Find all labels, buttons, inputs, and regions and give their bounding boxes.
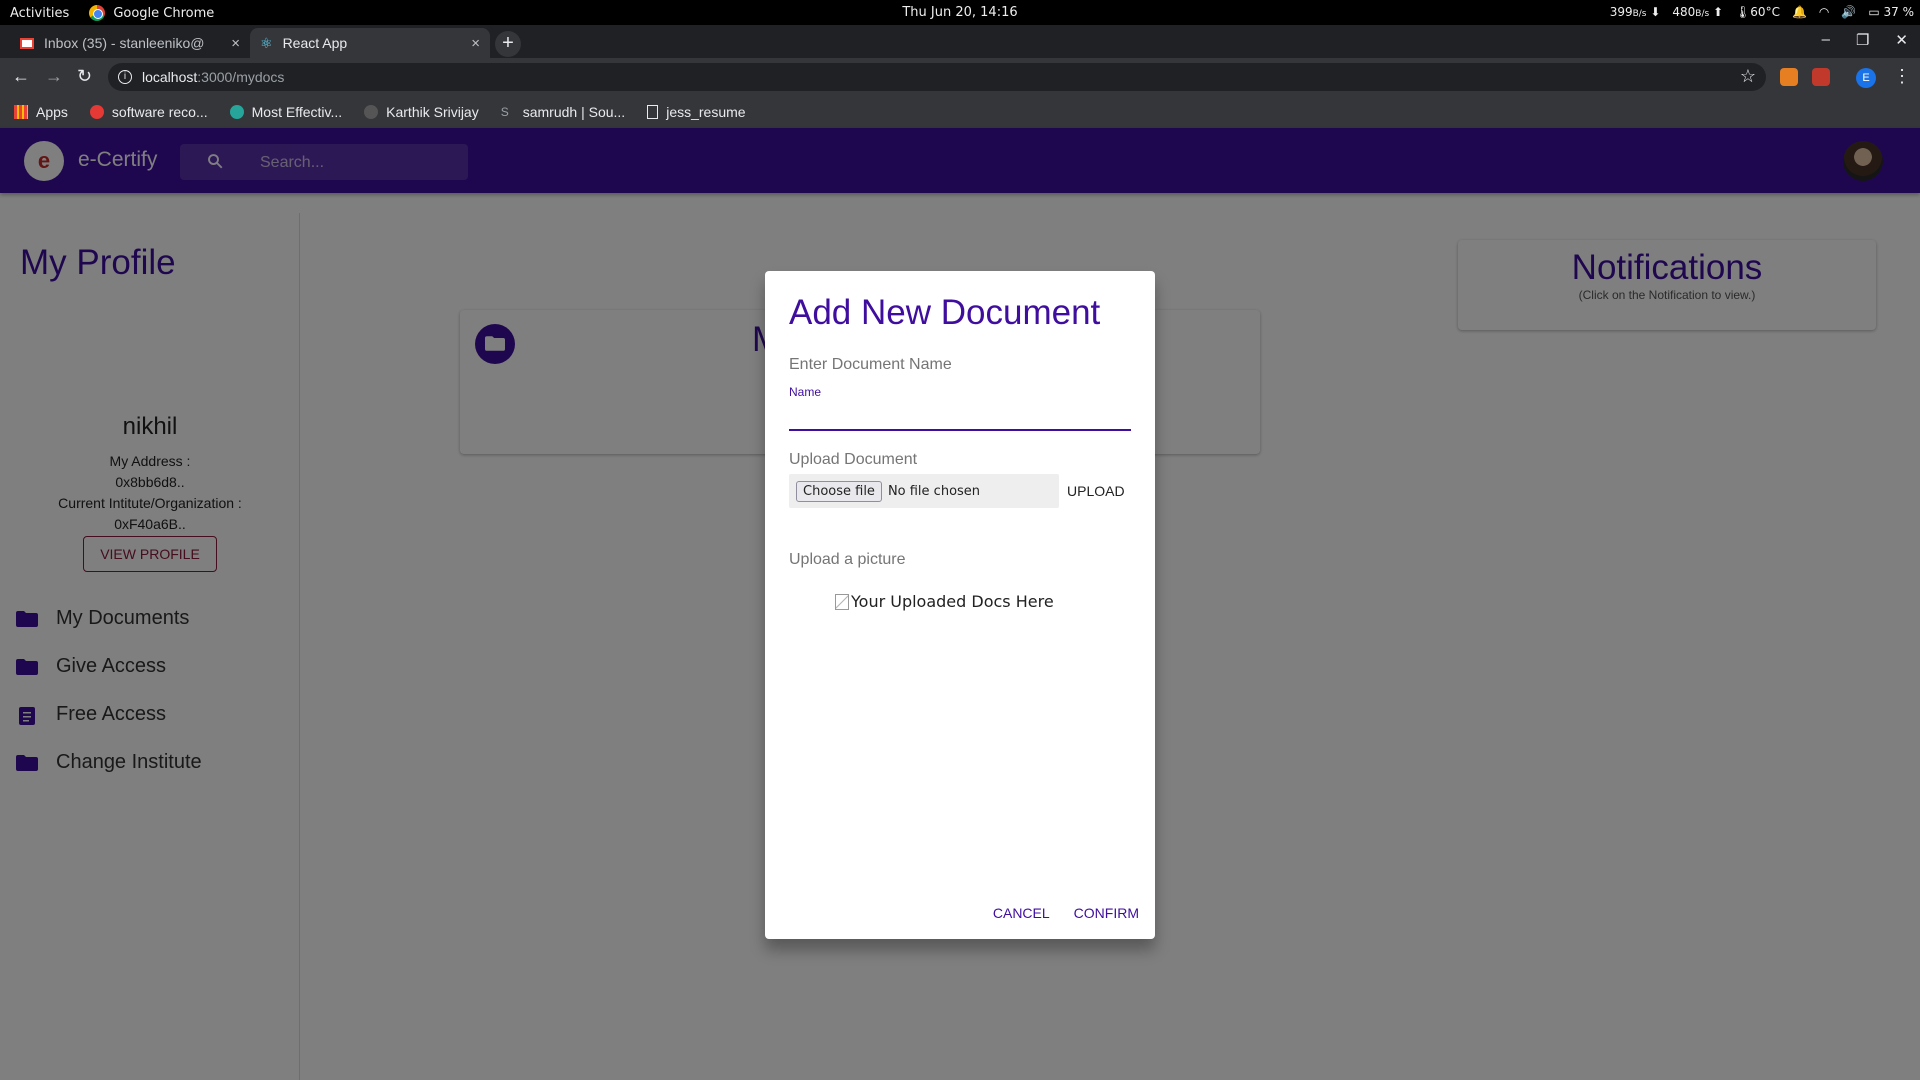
upload-document-label: Upload Document [789,451,918,468]
dialog-actions: CANCEL CONFIRM [993,905,1139,921]
reload-icon[interactable]: ↻ [77,66,92,87]
file-status: No file chosen [887,483,981,499]
bookmark-label: samrudh | Sou... [522,104,626,120]
site-icon [229,105,244,119]
minimize-icon[interactable]: – [1822,31,1830,49]
tab-react-app[interactable]: ⚛ React App × [250,28,490,58]
close-tab-icon[interactable]: × [471,35,480,52]
system-tray[interactable]: 399B/s ⬇ 480B/s ⬆ 🌡60°C 🔔 ◠ 🔊 ▭ 37 % [1610,5,1914,19]
close-tab-icon[interactable]: × [231,35,240,52]
bookmark-label: jess_resume [666,104,746,120]
net-up-speed: 480B/s ⬆ [1672,5,1724,19]
new-tab-button[interactable]: + [495,31,521,57]
document-icon [647,105,659,119]
document-name-label: Enter Document Name [789,356,952,373]
file-input[interactable]: Choose file No file chosen [789,474,1059,508]
app-name: Google Chrome [113,5,215,21]
bookmark-item[interactable]: Karthik Srivijay [364,104,479,120]
app-menu[interactable]: Google Chrome [89,5,214,21]
url: localhost:3000/mydocs [142,69,285,85]
restore-icon[interactable]: ❐ [1856,31,1869,49]
extension-icon[interactable] [1780,68,1798,86]
address-bar[interactable]: i localhost:3000/mydocs ☆ [108,63,1766,91]
sourcerer-icon: S [500,105,509,119]
tab-title: React App [282,35,348,51]
bookmark-item[interactable]: software reco... [89,104,208,120]
tab-strip: Inbox (35) - stanleeniko@ × ⚛ React App … [0,25,1920,58]
apps-grid-icon [14,105,28,119]
profile-avatar[interactable]: E [1856,68,1876,88]
tab-inbox[interactable]: Inbox (35) - stanleeniko@ × [10,28,250,58]
github-icon [364,105,379,119]
clock[interactable]: Thu Jun 20, 14:16 [902,5,1017,20]
bookmark-label: software reco... [111,104,208,120]
name-input[interactable] [789,401,1131,431]
tab-title: Inbox (35) - stanleeniko@ [44,35,205,51]
cancel-button[interactable]: CANCEL [993,905,1050,921]
bookmark-label: Most Effectiv... [251,104,343,120]
image-alt-text: Your Uploaded Docs Here [851,592,1054,611]
ask-icon [89,105,104,119]
battery: ▭ 37 % [1868,5,1914,19]
name-field-label: Name [789,385,822,399]
chrome-icon [89,5,106,21]
window-controls: – ❐ ✕ [1822,31,1908,49]
info-icon[interactable]: i [118,70,132,84]
bookmark-item[interactable]: S samrudh | Sou... [501,104,625,120]
back-icon[interactable]: ← [12,66,30,87]
browser-toolbar: ← → ↻ i localhost:3000/mydocs ☆ E ⋮ [0,58,1920,96]
uploaded-image-placeholder: Your Uploaded Docs Here [835,592,1054,611]
gmail-icon [20,37,34,49]
upload-picture-label: Upload a picture [789,551,906,568]
browser-menu-icon[interactable]: ⋮ [1893,66,1911,87]
react-icon: ⚛ [260,34,273,51]
bookmark-star-icon[interactable]: ☆ [1740,66,1756,87]
bookmark-item[interactable]: Most Effectiv... [229,104,343,120]
volume-icon: 🔊 [1841,5,1857,19]
forward-icon[interactable]: → [45,66,63,87]
confirm-button[interactable]: CONFIRM [1074,905,1139,921]
upload-button[interactable]: UPLOAD [1067,483,1125,499]
bookmark-apps[interactable]: Apps [14,104,68,120]
activities-button[interactable]: Activities [10,6,69,21]
net-down-speed: 399B/s ⬇ [1609,5,1661,19]
wifi-icon: ◠ [1818,5,1830,19]
os-top-bar: Activities Google Chrome Thu Jun 20, 14:… [0,0,1920,25]
choose-file-button[interactable]: Choose file [796,480,882,502]
bookmarks-bar: Apps software reco... Most Effectiv... K… [0,96,1920,128]
bookmark-label: Karthik Srivijay [386,104,479,120]
bookmark-item[interactable]: jess_resume [647,104,746,120]
bookmark-label: Apps [36,104,68,120]
close-window-icon[interactable]: ✕ [1895,31,1908,49]
extension-icon[interactable] [1812,68,1830,86]
dialog-title: Add New Document [789,293,1101,332]
broken-image-icon [835,593,849,610]
temperature: 🌡60°C [1735,5,1780,19]
notification-bell-icon: 🔔 [1791,5,1807,19]
add-document-dialog: Add New Document Enter Document Name Nam… [765,271,1155,939]
